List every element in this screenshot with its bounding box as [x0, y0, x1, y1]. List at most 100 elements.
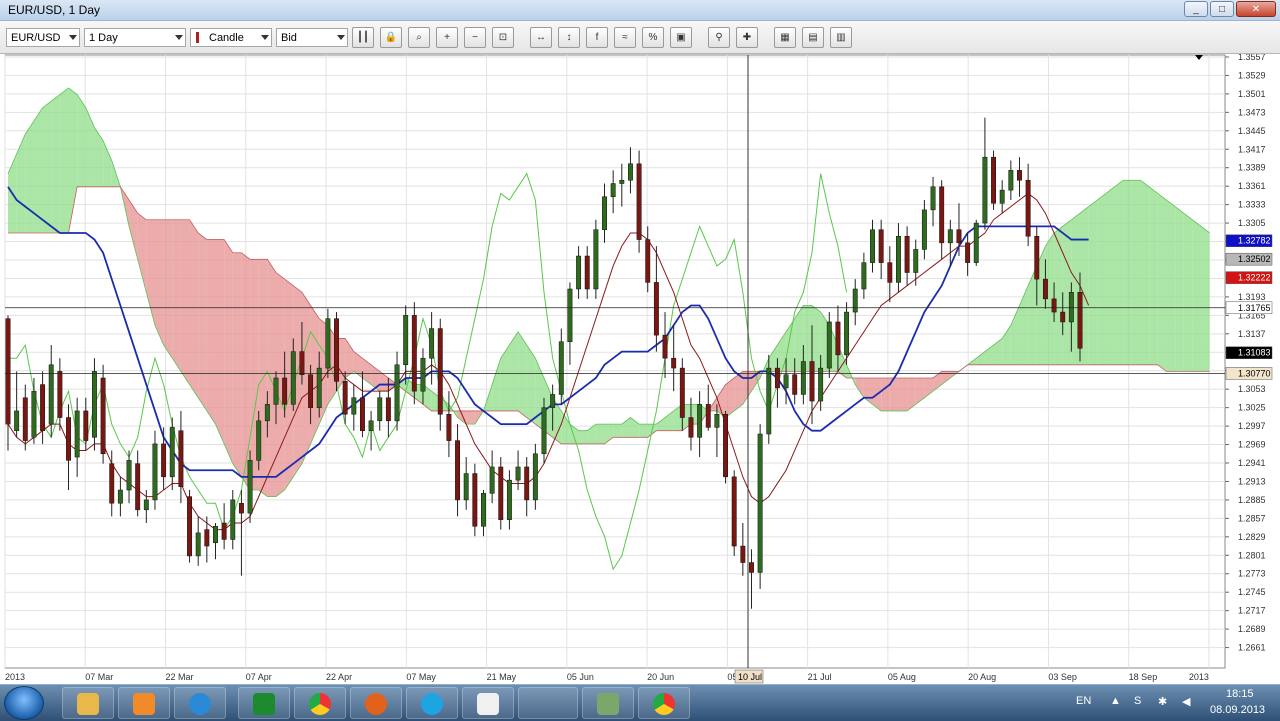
kumo-cloud-segment: [613, 424, 622, 438]
candle-body: [1017, 170, 1022, 181]
window-title: EUR/USD, 1 Day: [8, 3, 101, 17]
period-value: 1 Day: [89, 32, 118, 44]
table-icon[interactable]: ▥: [830, 27, 852, 48]
period-select[interactable]: 1 Day: [84, 28, 186, 47]
y-tick-label: 1.3305: [1238, 218, 1266, 228]
scroll-icon[interactable]: ↔: [530, 27, 552, 48]
candle-body: [161, 443, 167, 478]
bar-chart-icon[interactable]: ┃┃: [352, 27, 374, 48]
maximize-button[interactable]: □: [1210, 1, 1234, 17]
taskbar-explorer[interactable]: [62, 687, 114, 719]
taskbar-media[interactable]: [118, 687, 170, 719]
print-icon[interactable]: ▤: [802, 27, 824, 48]
tray-arrow-icon[interactable]: ▲: [1110, 695, 1121, 707]
candle-body: [878, 229, 884, 263]
skype-tray-icon[interactable]: S: [1134, 695, 1141, 707]
x-tick-label: 20 Aug: [968, 672, 996, 682]
close-button[interactable]: ✕: [1236, 1, 1276, 17]
candle-body: [1008, 170, 1014, 191]
candle-body: [576, 255, 582, 290]
kumo-cloud-segment: [241, 252, 251, 491]
candle-icon: [196, 32, 199, 43]
taskbar-chrome-2[interactable]: [638, 687, 690, 719]
firefox-icon: [365, 693, 387, 715]
kumo-cloud-segment: [1192, 219, 1202, 372]
symbol-select[interactable]: EUR/USD: [6, 28, 80, 47]
kumo-cloud-segment: [1088, 200, 1098, 365]
candle-body: [403, 315, 409, 366]
clock-date[interactable]: 08.09.2013: [1210, 704, 1265, 716]
grid-icon[interactable]: ▦: [774, 27, 796, 48]
lock-icon[interactable]: 🔒: [380, 27, 402, 48]
candle-body: [178, 430, 184, 487]
volume-icon[interactable]: ◀: [1182, 695, 1190, 708]
object-icon[interactable]: ⚲: [708, 27, 730, 48]
candle-body: [14, 410, 20, 431]
document-icon: [477, 693, 499, 715]
language-indicator[interactable]: EN: [1076, 695, 1091, 707]
y-tick-label: 1.2885: [1238, 495, 1266, 505]
function-icon[interactable]: f: [586, 27, 608, 48]
candle-body: [697, 404, 703, 438]
x-tick-label: 2013: [5, 672, 25, 682]
candle-body: [532, 453, 538, 501]
price-type-value: Bid: [281, 32, 297, 44]
candle-body: [844, 311, 850, 356]
y-tick-label: 1.2941: [1238, 458, 1266, 468]
y-tick-label: 1.3137: [1238, 329, 1266, 339]
zoom-icon[interactable]: ⌕: [408, 27, 430, 48]
taskbar-photo[interactable]: [582, 687, 634, 719]
candle-body: [636, 163, 642, 240]
kumo-cloud-segment: [1175, 206, 1184, 372]
taskbar-skype[interactable]: [406, 687, 458, 719]
candle-body: [273, 377, 279, 405]
y-tick-label: 1.3389: [1238, 163, 1266, 173]
candle-body: [83, 410, 89, 441]
x-tick-label: 07 Apr: [246, 672, 272, 682]
candle-body: [143, 499, 149, 511]
zoom-in-icon[interactable]: +: [436, 27, 458, 48]
candle-body: [991, 156, 996, 204]
candle-body: [31, 390, 37, 438]
candle-body: [282, 377, 288, 405]
price-type-select[interactable]: Bid: [276, 28, 348, 47]
taskbar-firefox[interactable]: [350, 687, 402, 719]
candle-body: [662, 334, 668, 359]
chart-type-select[interactable]: Candle: [190, 28, 272, 47]
start-button[interactable]: [4, 686, 44, 720]
kumo-cloud-segment: [898, 377, 908, 411]
taskbar-ie[interactable]: [174, 687, 226, 719]
ichimoku-chart[interactable]: 1.35571.35291.35011.34731.34451.34171.33…: [0, 0, 1280, 720]
kumo-cloud-segment: [232, 252, 242, 477]
studies-icon[interactable]: %: [642, 27, 664, 48]
minimize-button[interactable]: _: [1184, 1, 1208, 17]
zoom-fit-icon[interactable]: ⊡: [492, 27, 514, 48]
kumo-cloud-segment: [1097, 193, 1106, 365]
kumo-cloud-segment: [518, 331, 527, 418]
price-label: 1.32782: [1238, 236, 1271, 246]
taskbar-blank[interactable]: [518, 687, 578, 719]
taskbar-trading-app[interactable]: [238, 687, 290, 719]
indicators-icon[interactable]: ≈: [614, 27, 636, 48]
y-tick-label: 1.3473: [1238, 107, 1266, 117]
candle-body: [714, 413, 720, 428]
candle-body: [723, 413, 728, 478]
kumo-cloud-segment: [639, 424, 648, 438]
network-icon[interactable]: ✱: [1158, 695, 1167, 708]
cursor-icon[interactable]: ✚: [736, 27, 758, 48]
zoom-out-icon[interactable]: −: [464, 27, 486, 48]
candle-body: [455, 440, 460, 501]
candle-body: [1051, 298, 1057, 313]
kumo-cloud-segment: [1114, 180, 1124, 365]
ie-icon: [189, 693, 211, 715]
candle-body: [66, 417, 71, 461]
save-icon[interactable]: ▣: [670, 27, 692, 48]
kumo-cloud-segment: [172, 219, 181, 372]
clock-time[interactable]: 18:15: [1226, 688, 1254, 700]
taskbar-chrome[interactable]: [294, 687, 346, 719]
candle-body: [861, 262, 867, 290]
crosshair-icon[interactable]: ↕: [558, 27, 580, 48]
kumo-cloud-segment: [1123, 180, 1132, 365]
taskbar-document[interactable]: [462, 687, 514, 719]
candle-body: [204, 529, 210, 547]
